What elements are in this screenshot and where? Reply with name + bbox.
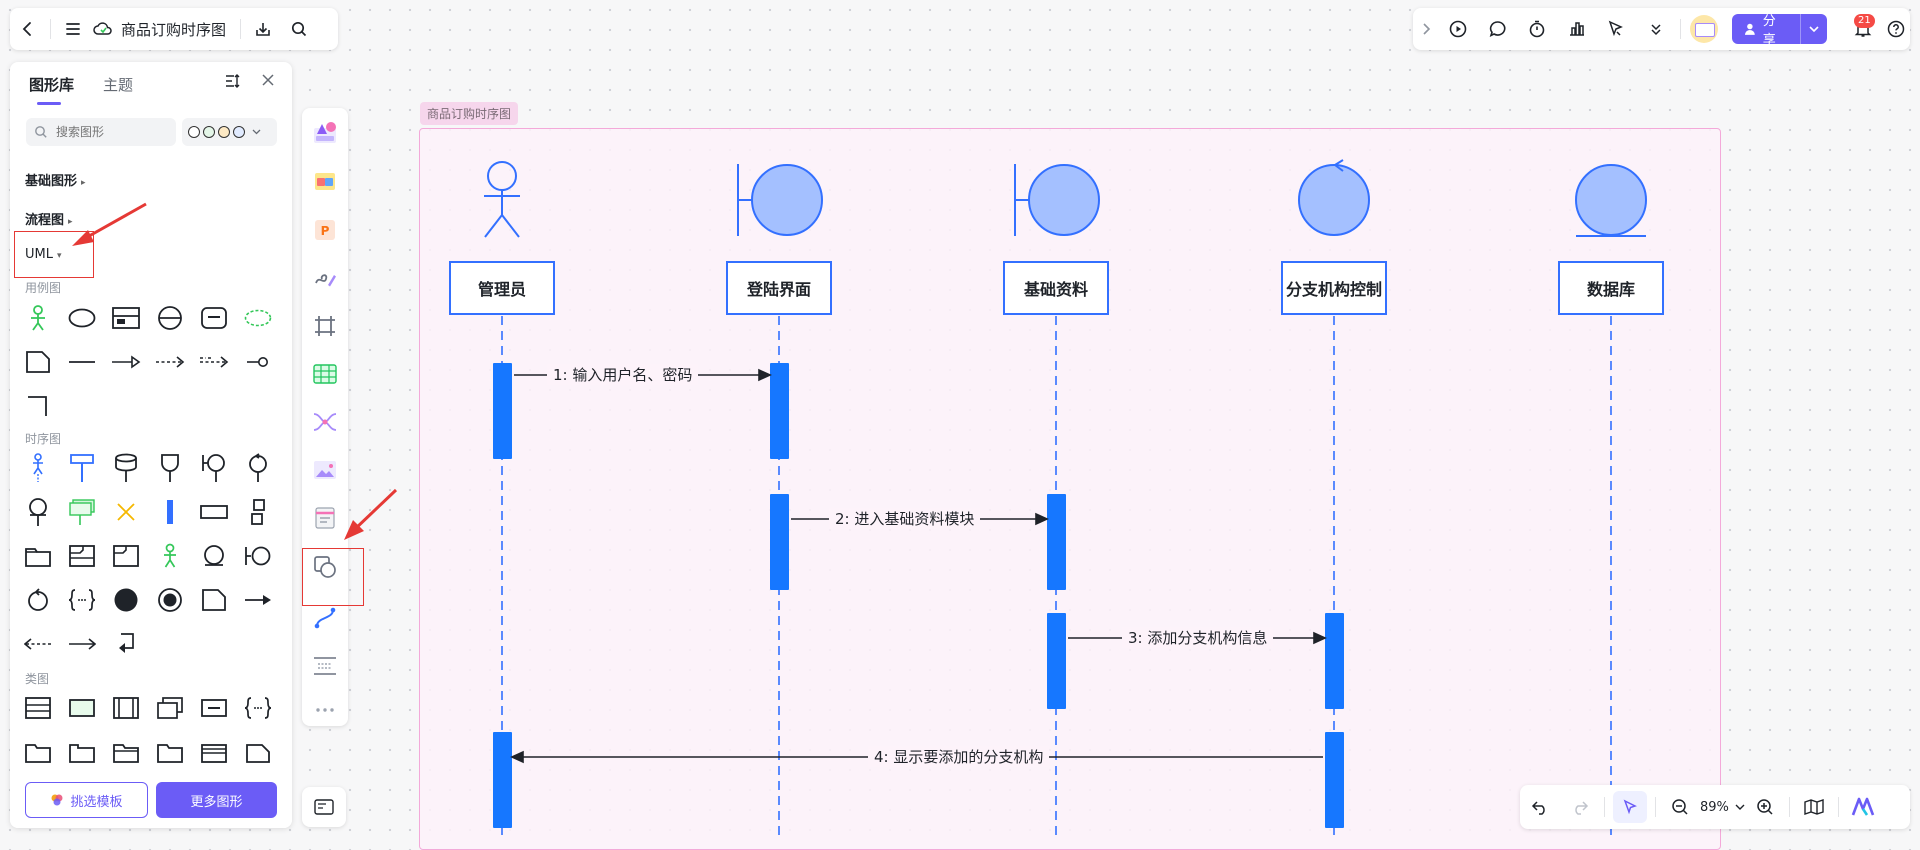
boundary-figure: [737, 164, 823, 236]
sequence-diagram: [484, 159, 1647, 835]
lifeline-box[interactable]: 基础资料: [1003, 261, 1109, 315]
activation-bar: [493, 732, 512, 828]
activation-bar: [1047, 613, 1066, 709]
lifeline-box[interactable]: 分支机构控制: [1281, 261, 1387, 315]
zoom-in-icon[interactable]: [1745, 789, 1785, 825]
activation-bar: [1047, 494, 1066, 590]
message-label[interactable]: 3: 添加分支机构信息: [1122, 627, 1274, 648]
message-label[interactable]: 4: 显示要添加的分支机构: [868, 746, 1050, 767]
chevron-down-icon[interactable]: [1735, 804, 1745, 811]
message-label[interactable]: 2: 进入基础资料模块: [829, 508, 981, 529]
undo-icon[interactable]: [1520, 789, 1560, 825]
lifeline-box[interactable]: 登陆界面: [726, 261, 832, 315]
boundary-figure: [1014, 164, 1100, 236]
redo-icon[interactable]: [1560, 789, 1600, 825]
lifeline-box[interactable]: 管理员: [449, 261, 555, 315]
divider: [1788, 797, 1790, 817]
divider: [1655, 797, 1656, 817]
divider: [1837, 797, 1839, 817]
entity-figure: [1575, 164, 1647, 237]
bottom-toolbar: 89%: [1520, 785, 1910, 829]
control-figure: [1298, 159, 1370, 236]
select-tool-icon[interactable]: [1613, 791, 1647, 823]
activation-bar: [770, 363, 789, 459]
actor-figure: [484, 161, 520, 238]
ai-assistant-icon[interactable]: [1843, 789, 1883, 825]
activation-bar: [1325, 732, 1344, 828]
lifeline-box[interactable]: 数据库: [1558, 261, 1664, 315]
map-icon[interactable]: [1794, 789, 1834, 825]
activation-bar: [493, 363, 512, 459]
zoom-level[interactable]: 89%: [1700, 800, 1729, 815]
message-label[interactable]: 1: 输入用户名、密码: [547, 364, 699, 385]
divider: [1604, 797, 1605, 817]
activation-bar: [1325, 613, 1344, 709]
activation-bar: [770, 494, 789, 590]
zoom-out-icon[interactable]: [1660, 789, 1700, 825]
